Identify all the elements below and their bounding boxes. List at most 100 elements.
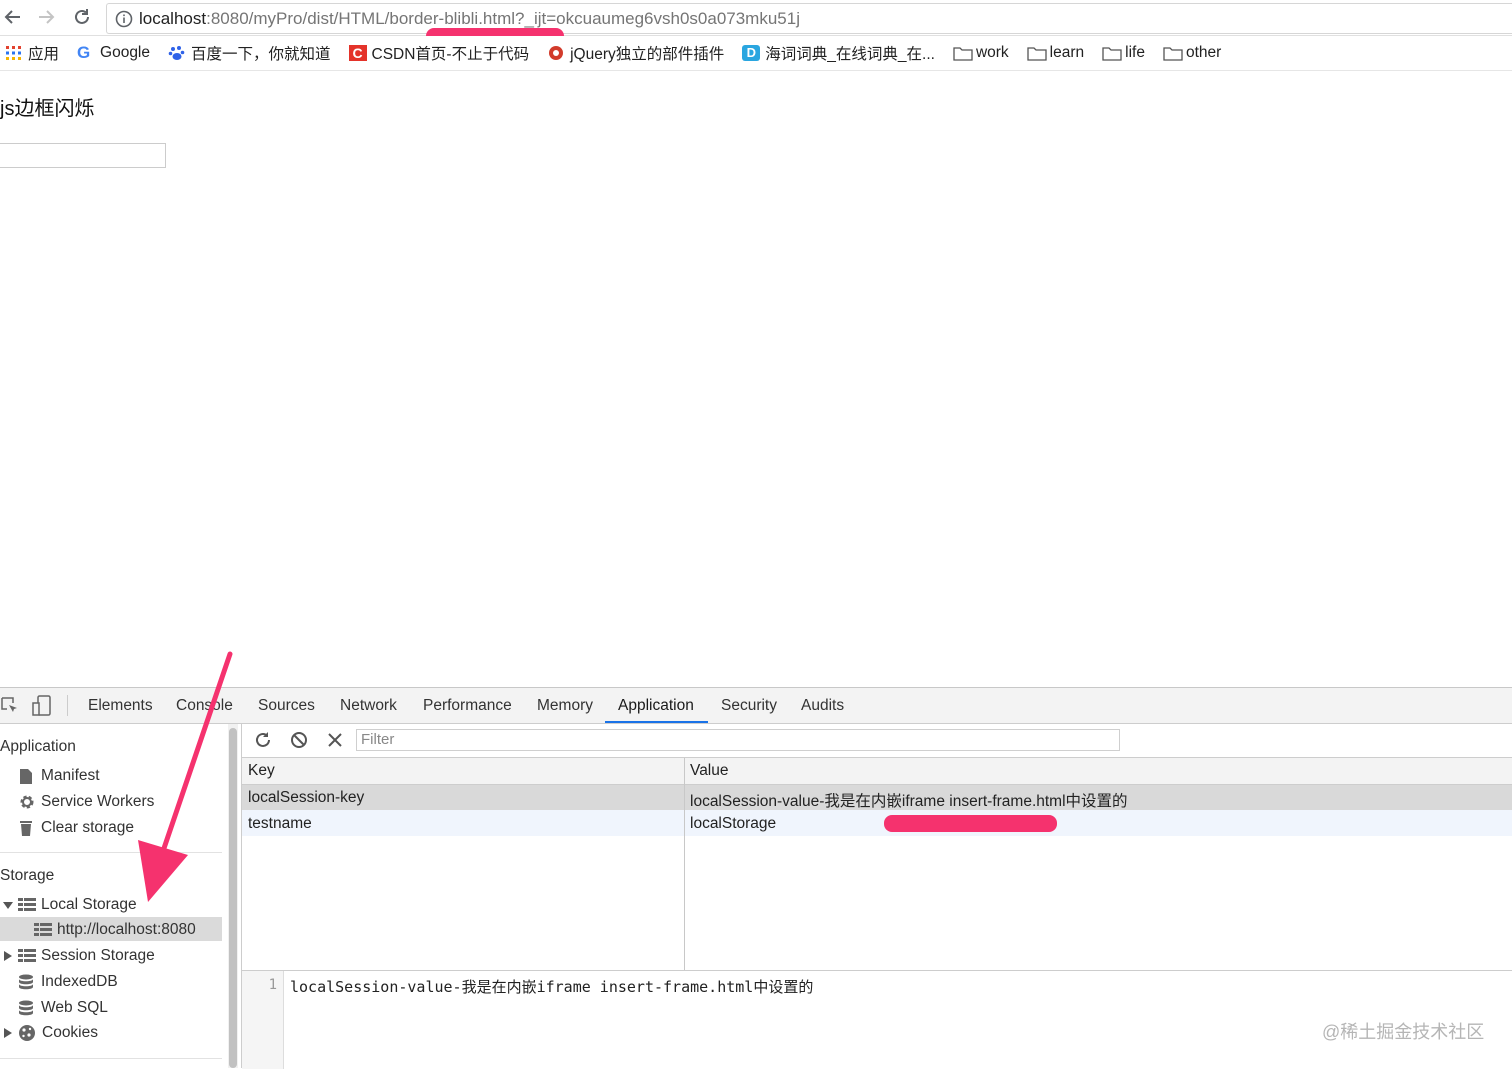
trash-icon — [18, 820, 34, 837]
sidebar-divider — [0, 1058, 222, 1059]
tab-memory[interactable]: Memory — [537, 697, 593, 715]
line-gutter: 1 — [242, 971, 284, 1069]
refresh-icon[interactable] — [254, 731, 272, 754]
bookmark-baidu[interactable]: 百度一下，你就知道 — [168, 42, 331, 64]
address-bar[interactable]: localhost:8080/myPro/dist/HTML/border-bl… — [106, 3, 1512, 34]
sidebar-item-session-storage[interactable]: Session Storage — [3, 947, 155, 965]
annotation-arrow — [138, 651, 233, 902]
table-cell-value: localStorage — [690, 815, 777, 832]
bookmark-label: Google — [100, 44, 150, 61]
sidebar-header-storage: Storage — [0, 867, 55, 884]
sidebar-item-manifest[interactable]: Manifest — [18, 767, 100, 785]
sidebar-header-application: Application — [0, 738, 76, 755]
preview-text: localSession-value-我是在内嵌iframe insert-fr… — [290, 978, 814, 996]
back-arrow-icon[interactable] — [0, 4, 26, 30]
tab-audits[interactable]: Audits — [801, 697, 844, 715]
folder-icon — [953, 45, 973, 61]
column-divider[interactable] — [684, 758, 685, 970]
bookmark-apps[interactable]: 应用 — [5, 42, 59, 64]
delete-selected-icon[interactable] — [326, 731, 344, 754]
bookmark-label: CSDN首页-不止于代码 — [371, 46, 530, 63]
sidebar-item-local-storage-origin[interactable]: http://localhost:8080 — [34, 921, 196, 939]
table-cell-value: localSession-value-我是在内嵌iframe insert-fr… — [690, 793, 1128, 810]
bookmark-label: other — [1185, 44, 1222, 61]
line-number: 1 — [268, 977, 277, 993]
google-icon: G — [77, 43, 91, 62]
jquery-icon — [547, 45, 565, 61]
device-toolbar-icon[interactable] — [32, 695, 52, 722]
folder-icon — [1102, 45, 1122, 61]
sidebar-item-label: Session Storage — [41, 947, 155, 964]
collapse-triangle-icon[interactable] — [3, 1028, 13, 1038]
column-header-key[interactable]: Key — [248, 762, 275, 780]
clear-all-icon[interactable] — [290, 731, 308, 754]
bookmark-csdn[interactable]: C CSDN首页-不止于代码 — [348, 42, 530, 64]
sidebar-item-indexeddb[interactable]: IndexedDB — [18, 973, 118, 991]
database-icon — [18, 974, 34, 990]
storage-table: Key Value localSession-key localSession-… — [242, 758, 1512, 970]
folder-icon — [1163, 45, 1183, 61]
bookmark-folder-learn[interactable]: learn — [1027, 44, 1084, 62]
expand-triangle-icon[interactable] — [3, 900, 13, 910]
bookmark-label: work — [975, 44, 1009, 61]
sidebar-item-label: Cookies — [42, 1024, 98, 1041]
sidebar-item-label: Clear storage — [41, 819, 135, 836]
reload-icon[interactable] — [69, 4, 95, 30]
tab-network[interactable]: Network — [340, 697, 397, 715]
url-host: localhost — [139, 8, 207, 28]
table-row[interactable] — [242, 810, 1512, 836]
tab-security[interactable]: Security — [721, 697, 777, 715]
collapse-triangle-icon[interactable] — [3, 951, 13, 961]
table-header-row — [242, 758, 1512, 785]
active-tab-indicator — [605, 721, 708, 723]
apps-grid-icon — [5, 45, 23, 61]
bookmark-label: life — [1125, 44, 1145, 61]
table-cell-key: localSession-key — [248, 789, 365, 806]
bookmark-folder-other[interactable]: other — [1163, 44, 1221, 62]
tab-application[interactable]: Application — [618, 697, 694, 715]
folder-icon — [1027, 45, 1047, 61]
sidebar-item-label: IndexedDB — [41, 973, 118, 990]
sidebar-item-label: Web SQL — [41, 999, 108, 1016]
toolbar-divider — [67, 695, 68, 716]
bookmark-folder-work[interactable]: work — [953, 44, 1009, 62]
database-icon — [18, 1000, 34, 1016]
table-grid-icon — [18, 949, 36, 963]
csdn-icon: C — [348, 45, 367, 61]
tab-performance[interactable]: Performance — [423, 697, 512, 715]
annotation-highlight-value — [884, 815, 1057, 832]
column-header-value[interactable]: Value — [690, 762, 729, 780]
baidu-paw-icon — [168, 45, 186, 61]
sidebar-item-label: Local Storage — [41, 896, 137, 913]
sidebar-item-web-sql[interactable]: Web SQL — [18, 999, 108, 1017]
table-cell-key: testname — [248, 815, 312, 832]
bookmark-label: jQuery独立的部件插件 — [570, 46, 725, 63]
page-text-input[interactable] — [0, 143, 166, 168]
page-heading: js边框闪烁 — [0, 98, 95, 120]
sidebar-item-cookies[interactable]: Cookies — [3, 1024, 98, 1042]
table-grid-icon — [18, 898, 36, 912]
sidebar-item-clear-storage[interactable]: Clear storage — [18, 819, 134, 837]
info-icon[interactable] — [115, 10, 133, 28]
inspect-element-icon[interactable] — [0, 696, 20, 721]
tab-sources[interactable]: Sources — [258, 697, 315, 715]
bookmark-folder-life[interactable]: life — [1102, 44, 1145, 62]
sidebar-item-local-storage[interactable]: Local Storage — [3, 896, 137, 914]
gear-icon — [18, 793, 36, 811]
filter-input[interactable]: Filter — [356, 729, 1120, 751]
bookmark-label: 应用 — [28, 46, 60, 63]
bookmark-jquery[interactable]: jQuery独立的部件插件 — [547, 42, 724, 64]
table-grid-icon — [34, 923, 52, 937]
sidebar-item-label: Manifest — [41, 767, 100, 784]
storage-toolbar: Filter — [242, 724, 1512, 758]
cookie-icon — [18, 1024, 36, 1042]
forward-arrow-icon[interactable] — [33, 4, 59, 30]
bookmark-label: 百度一下，你就知道 — [191, 46, 331, 63]
sidebar-item-label: http://localhost:8080 — [57, 921, 196, 938]
bookmark-google[interactable]: G Google — [77, 44, 150, 62]
bookmarks-bar: 应用 G Google 百度一下，你就知道 C CSDN首页-不止于代码 jQu… — [0, 36, 1512, 71]
bookmark-label: learn — [1049, 44, 1085, 61]
browser-toolbar: localhost:8080/myPro/dist/HTML/border-bl… — [0, 0, 1512, 44]
watermark: @稀土掘金技术社区 — [1322, 1022, 1485, 1042]
bookmark-dict[interactable]: D 海词词典_在线词典_在... — [742, 42, 935, 64]
